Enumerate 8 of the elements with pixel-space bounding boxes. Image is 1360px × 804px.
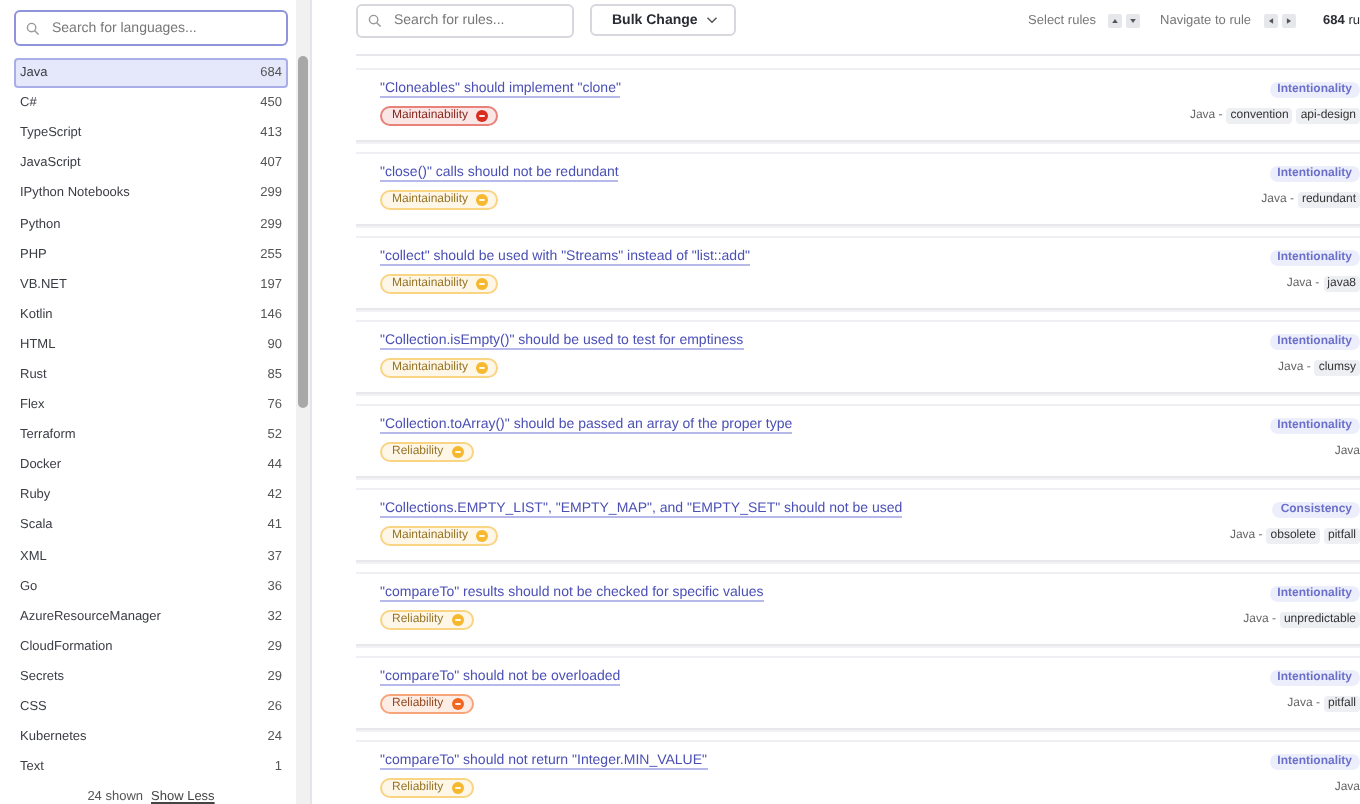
- search-icon: [26, 21, 40, 35]
- scrollbar[interactable]: [296, 0, 310, 804]
- up-key-icon: [1108, 13, 1123, 27]
- left-key-icon: [1263, 13, 1278, 27]
- right-key-icon: [1281, 13, 1296, 27]
- down-key-icon: [1126, 13, 1141, 27]
- caret-icon: [705, 16, 718, 24]
- search-icon: [368, 13, 382, 27]
